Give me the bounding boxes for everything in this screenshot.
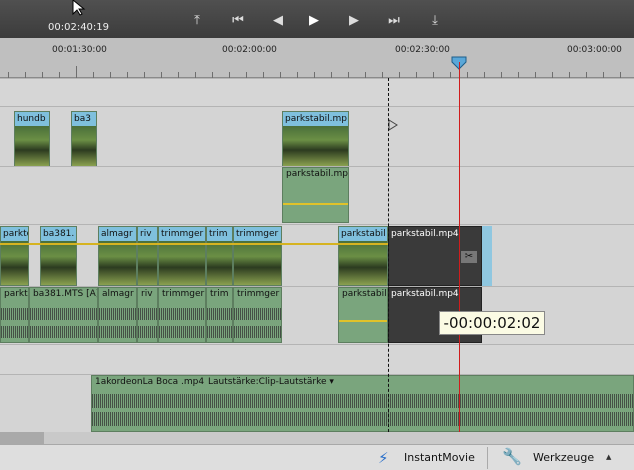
divider: [487, 447, 488, 469]
tools-arrow-icon[interactable]: ▲: [606, 453, 611, 461]
video-clip[interactable]: hundb: [14, 111, 50, 167]
video-track-1: hundb ba3 parkstabil.mp: [0, 106, 634, 167]
clip-label: parkstabil.mp4: [389, 227, 481, 241]
video-volume-line: [0, 243, 388, 245]
clip-label: parkstabil: [342, 289, 387, 299]
ruler-label-4: 00:03:00:00: [567, 45, 622, 55]
clip-label: almagr: [99, 227, 136, 241]
step-back-button[interactable]: ◀: [269, 14, 287, 28]
clip-label: almagr: [102, 289, 134, 299]
track-marker-icon: [388, 119, 398, 131]
audio-clip[interactable]: parkstabil: [338, 287, 388, 343]
track-gap: [0, 344, 634, 374]
audio-clip[interactable]: trim: [206, 287, 233, 343]
clip-label: parkstabil: [339, 227, 387, 241]
trim-tooltip: -00:00:02:02: [439, 311, 545, 335]
audio-clip[interactable]: almagr: [98, 287, 137, 343]
clip-label: ba381.MTS [A]: [33, 289, 97, 299]
audio-clip[interactable]: parkstabil.mp: [282, 167, 349, 223]
clip-label: parktou: [4, 289, 28, 299]
clip-label: trim: [207, 227, 232, 241]
clip-label: trim: [210, 289, 229, 299]
clip-label: riv: [141, 289, 153, 299]
ruler-tick: [76, 66, 77, 78]
time-ruler[interactable]: 00:01:30:00 00:02:00:00 00:02:30:00 00:0…: [0, 38, 634, 78]
transport-bar: 00:02:40:19 ⤒ ⏮ ◀ ▶ ▶ ⏭ ⤓: [0, 0, 634, 38]
mouse-cursor-icon: [72, 0, 86, 16]
video-clip[interactable]: parkstabil.mp: [282, 111, 349, 167]
clip-label: trimmger: [237, 289, 280, 299]
clip-label: parkstabil.mp4: [389, 288, 481, 300]
selected-video-clip[interactable]: parkstabil.mp4 ✂: [388, 226, 482, 286]
clip-label: parkto: [1, 227, 28, 241]
audio-clip[interactable]: riv: [137, 287, 158, 343]
audio-clip[interactable]: ba381.MTS [A]: [29, 287, 98, 343]
edit-line: [388, 78, 389, 432]
previous-edit-button[interactable]: ⏮: [229, 14, 247, 28]
go-to-in-point-button[interactable]: ⤒: [188, 14, 206, 28]
volume-dropdown[interactable]: Lautstärke:Clip-Lautstärke ▾: [208, 376, 334, 388]
clip-label: trimmger: [159, 227, 205, 241]
play-button[interactable]: ▶: [305, 14, 323, 28]
tools-button[interactable]: Werkzeuge: [533, 451, 594, 464]
scissors-icon[interactable]: ✂: [461, 251, 477, 263]
clip-label: hundb: [15, 112, 49, 126]
audio-track-1: parkstabil.mp: [0, 166, 634, 224]
music-clip[interactable]: 1akordeonLa Boca .mp4 Lautstärke:Clip-La…: [91, 375, 634, 432]
horizontal-scrollbar[interactable]: [0, 432, 634, 444]
video-clip[interactable]: trim: [206, 226, 233, 286]
video-track-2: parkto ba381. almagr riv trimmger trim t…: [0, 224, 634, 344]
video-clip[interactable]: parkstabil: [338, 226, 388, 286]
go-to-out-point-button[interactable]: ⤓: [426, 14, 444, 28]
wrench-icon: 🔧: [502, 447, 522, 466]
next-edit-button[interactable]: ⏭: [385, 14, 403, 28]
video-clip[interactable]: trimmger: [158, 226, 206, 286]
audio-clip[interactable]: trimmger: [233, 287, 282, 343]
video-clip[interactable]: trimmger: [233, 226, 282, 286]
track-gap: [0, 78, 634, 106]
lightning-icon: ⚡: [378, 449, 389, 467]
clip-label: parkstabil.mp: [286, 169, 348, 179]
current-timecode[interactable]: 00:02:40:19: [48, 22, 109, 33]
video-clip[interactable]: ba381.: [40, 226, 77, 286]
clip-label: ba381.: [41, 227, 76, 241]
ruler-label-2: 00:02:00:00: [222, 45, 277, 55]
ruler-label-1: 00:01:30:00: [52, 45, 107, 55]
step-forward-button[interactable]: ▶: [345, 14, 363, 28]
clip-label: trimmger: [162, 289, 205, 299]
music-track: 1akordeonLa Boca .mp4 Lautstärke:Clip-La…: [0, 374, 634, 432]
video-clip[interactable]: ba3: [71, 111, 97, 167]
ruler-label-3: 00:02:30:00: [395, 45, 450, 55]
instant-movie-button[interactable]: InstantMovie: [404, 451, 475, 464]
clip-label: ba3: [72, 112, 96, 126]
scrollbar-thumb[interactable]: [0, 432, 44, 444]
bottom-bar: ⚡ InstantMovie 🔧 Werkzeuge ▲: [0, 444, 634, 470]
clip-label: trimmger: [234, 227, 281, 241]
audio-clip[interactable]: trimmger: [158, 287, 206, 343]
video-clip[interactable]: almagr: [98, 226, 137, 286]
clip-label: riv: [138, 227, 157, 241]
audio-clip[interactable]: parktou: [0, 287, 29, 343]
playhead-line[interactable]: [459, 62, 460, 432]
clip-label: parkstabil.mp: [283, 112, 348, 126]
video-clip[interactable]: parkto: [0, 226, 29, 286]
video-clip[interactable]: riv: [137, 226, 158, 286]
